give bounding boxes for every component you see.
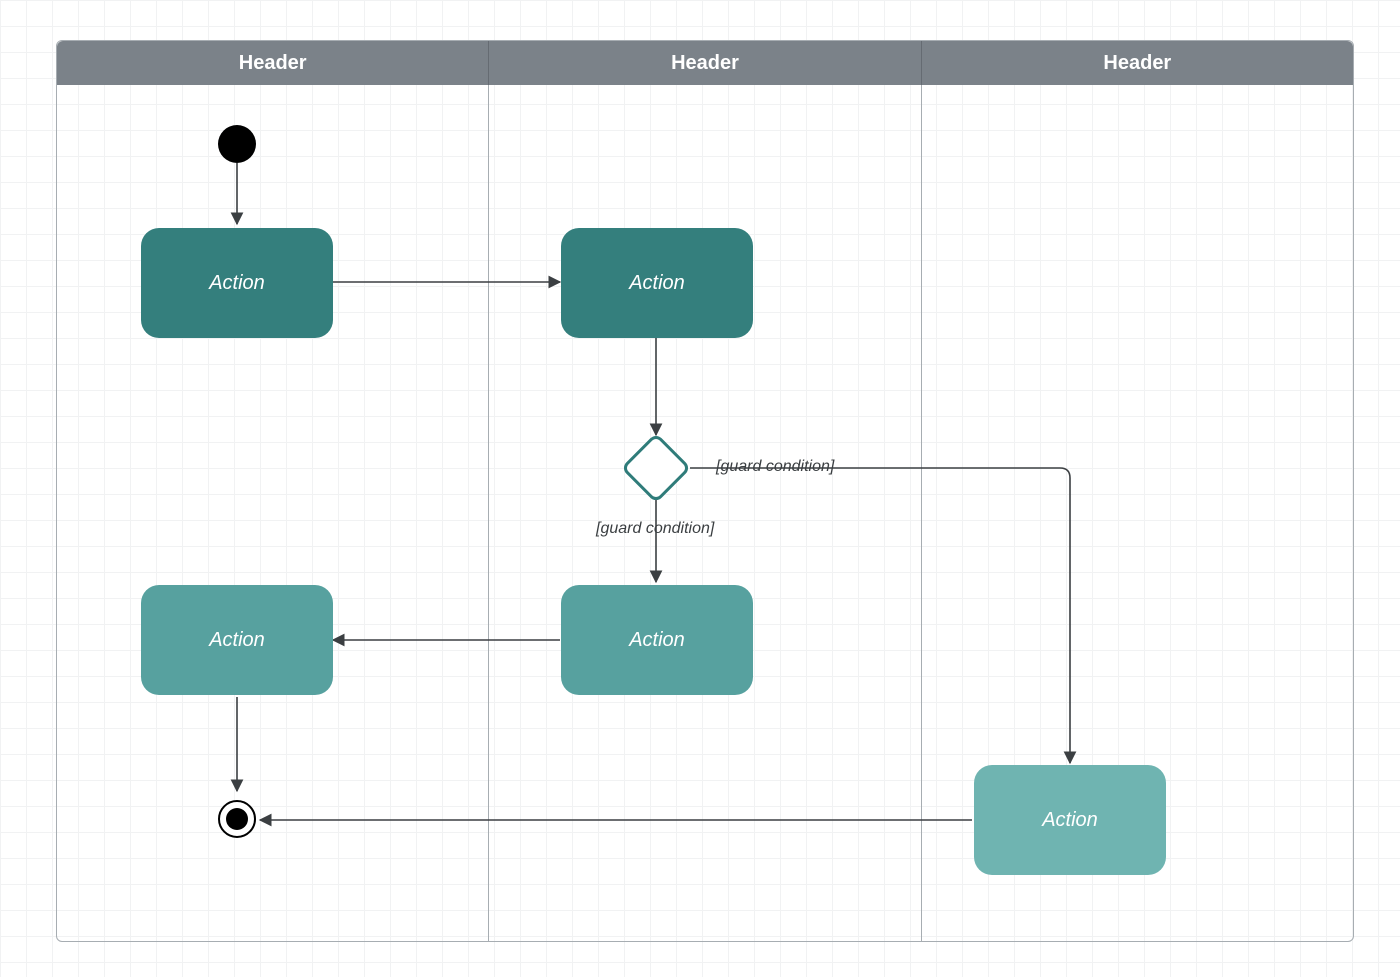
lane-1[interactable]: [57, 85, 489, 941]
guard-label-down: [guard condition]: [596, 520, 714, 538]
action-node-a4[interactable]: Action: [141, 585, 333, 695]
final-node[interactable]: [218, 800, 256, 838]
action-label: Action: [629, 629, 685, 652]
action-node-a1[interactable]: Action: [141, 228, 333, 338]
action-label: Action: [629, 272, 685, 295]
guard-label-right: [guard condition]: [716, 458, 834, 476]
action-label: Action: [209, 272, 265, 295]
action-node-a2[interactable]: Action: [561, 228, 753, 338]
swimlane-header-row: Header Header Header: [57, 41, 1353, 85]
lane-header-3[interactable]: Header: [922, 41, 1353, 85]
lane-header-1[interactable]: Header: [57, 41, 489, 85]
action-label: Action: [1042, 809, 1098, 832]
action-node-a3[interactable]: Action: [561, 585, 753, 695]
lane-header-2[interactable]: Header: [489, 41, 921, 85]
action-label: Action: [209, 629, 265, 652]
action-node-a5[interactable]: Action: [974, 765, 1166, 875]
lane-2[interactable]: [489, 85, 921, 941]
initial-node[interactable]: [218, 125, 256, 163]
